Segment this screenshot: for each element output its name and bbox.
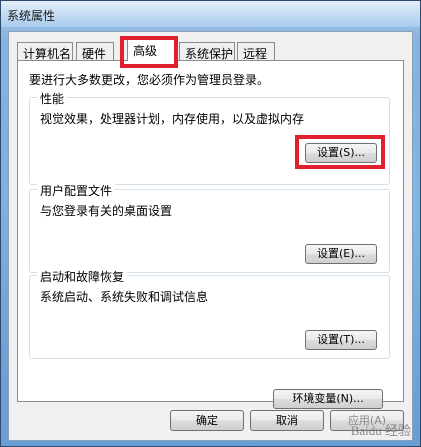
- tab-hardware[interactable]: 硬件: [76, 42, 114, 61]
- environment-variables-button[interactable]: 环境变量(N)...: [273, 389, 383, 409]
- tab-remote[interactable]: 远程: [237, 42, 275, 61]
- user-profiles-title: 用户配置文件: [37, 182, 116, 199]
- performance-desc: 视觉效果，处理器计划，内存使用，以及虚拟内存: [40, 112, 305, 126]
- title-bar[interactable]: 系统属性: [1, 1, 420, 27]
- startup-recovery-desc: 系统启动、系统失败和调试信息: [40, 290, 209, 304]
- window-title: 系统属性: [7, 9, 56, 23]
- tab-advanced[interactable]: 高级: [127, 39, 175, 61]
- apply-button[interactable]: 应用(A): [330, 410, 404, 431]
- startup-recovery-settings-button[interactable]: 设置(T)...: [305, 330, 377, 350]
- user-profiles-settings-button[interactable]: 设置(E)...: [305, 244, 377, 264]
- performance-title: 性能: [37, 90, 68, 107]
- tab-system-protection[interactable]: 系统保护: [179, 42, 235, 61]
- dialog-client-area: 计算机名 硬件 高级 系统保护 远程 要进行大多数更改，您必须作为管理员登录。 …: [8, 31, 413, 441]
- performance-settings-button[interactable]: 设置(S)...: [305, 143, 377, 163]
- performance-group: 性能 视觉效果，处理器计划，内存使用，以及虚拟内存 设置(S)...: [29, 90, 390, 185]
- admin-notice: 要进行大多数更改，您必须作为管理员登录。: [29, 73, 270, 87]
- ok-button[interactable]: 确定: [170, 410, 244, 431]
- advanced-tab-panel: 要进行大多数更改，您必须作为管理员登录。 性能 视觉效果，处理器计划，内存使用，…: [17, 60, 404, 409]
- startup-recovery-title: 启动和故障恢复: [37, 268, 128, 285]
- cancel-button[interactable]: 取消: [250, 410, 324, 431]
- startup-recovery-group: 启动和故障恢复 系统启动、系统失败和调试信息 设置(T)...: [29, 268, 390, 359]
- user-profiles-group: 用户配置文件 与您登录有关的桌面设置 设置(E)...: [29, 182, 390, 273]
- tab-computer-name[interactable]: 计算机名: [17, 42, 73, 61]
- user-profiles-desc: 与您登录有关的桌面设置: [40, 204, 173, 218]
- system-properties-window: 系统属性 计算机名 硬件 高级 系统保护 远程 要进行大多数更改，您必须作为管理…: [0, 0, 421, 447]
